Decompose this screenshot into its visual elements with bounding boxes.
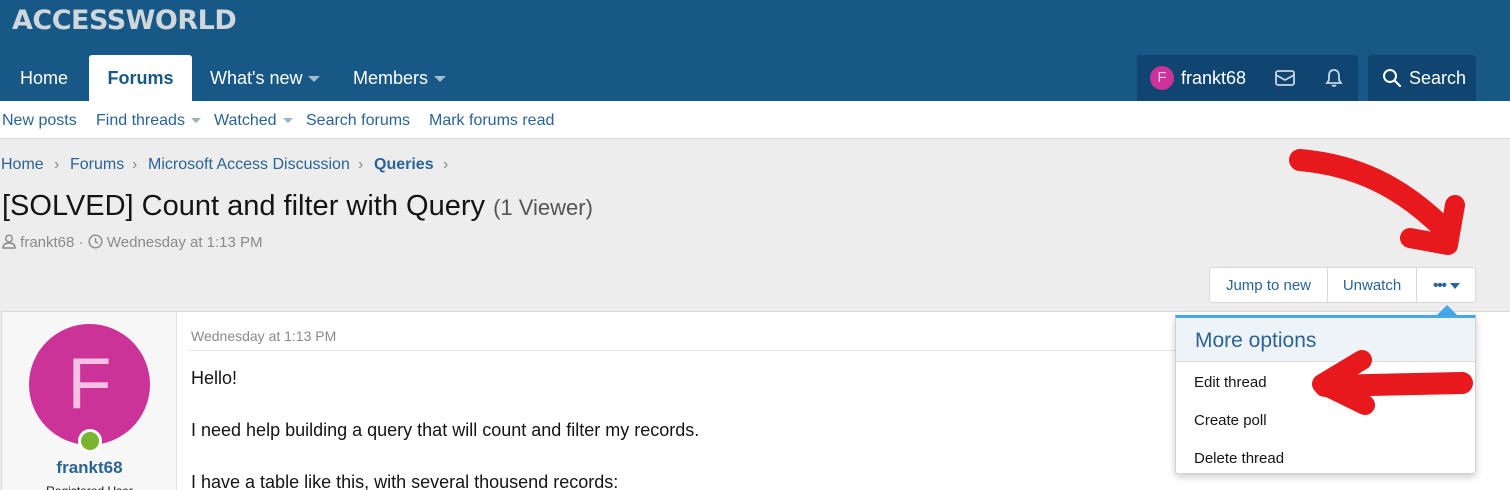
subnav-watched-label: Watched [214,112,277,129]
search-icon [1383,69,1402,88]
ellipsis-icon: ••• [1433,277,1447,294]
site-logo[interactable]: ACCESSWORLD [12,5,237,36]
sub-navigation: New posts Find threads Watched Search fo… [0,101,1510,139]
post-text-line: I have a table like this, with several t… [191,472,619,490]
annotation-arrow-head [1400,195,1465,255]
divider [189,350,1189,351]
chevron-right-icon: › [54,156,60,173]
breadcrumb-queries[interactable]: Queries [374,155,434,175]
thread-action-buttons: Jump to new Unwatch ••• [1209,267,1476,303]
breadcrumb-forums[interactable]: Forums [70,155,124,175]
search-label: Search [1409,68,1467,88]
nav-tab-members-label: Members [353,68,429,88]
online-status-dot [81,432,99,450]
thread-author[interactable]: frankt68 [20,234,74,251]
post-username[interactable]: frankt68 [2,458,177,478]
thread-title: [SOLVED] Count and filter with Query [2,190,486,222]
thread-date[interactable]: Wednesday at 1:13 PM [107,234,263,251]
menu-item-create-poll[interactable]: Create poll [1194,411,1267,431]
nav-tab-home[interactable]: Home [20,55,68,101]
chevron-right-icon: › [132,156,138,173]
subnav-search-forums[interactable]: Search forums [306,101,410,141]
clock-icon [88,234,103,249]
more-options-menu: More options Edit thread Create poll Del… [1175,315,1476,474]
menu-item-edit-thread[interactable]: Edit thread [1194,373,1267,393]
page-title: [SOLVED] Count and filter with Query (1 … [2,187,593,227]
post-text-line: I need help building a query that will c… [191,420,700,440]
chevron-down-icon[interactable] [434,76,447,83]
breadcrumb-microsoft-access-discussion[interactable]: Microsoft Access Discussion [148,155,350,175]
chevron-down-icon [1449,283,1460,290]
post-text-line: Hello! [191,368,238,388]
chevron-down-icon[interactable] [190,118,201,124]
chevron-right-icon: › [358,156,364,173]
subnav-watched[interactable]: Watched [214,101,293,141]
post-user-panel: F frankt68 Registered User [2,312,177,490]
thread-meta: frankt68 · Wednesday at 1:13 PM [2,233,263,253]
unwatch-button[interactable]: Unwatch [1328,268,1417,302]
nav-tab-whats-new-label: What's new [210,68,303,88]
nav-tab-members[interactable]: Members [353,55,447,101]
nav-tab-whats-new[interactable]: What's new [210,55,321,101]
nav-tab-forums[interactable]: Forums [89,55,192,101]
menu-header: More options [1176,318,1475,362]
menu-item-delete-thread[interactable]: Delete thread [1194,449,1284,469]
chevron-right-icon: › [443,156,449,173]
breadcrumb-home[interactable]: Home [1,155,44,175]
subnav-mark-forums-read[interactable]: Mark forums read [429,101,554,141]
chevron-down-icon[interactable] [282,118,293,124]
meta-separator: · [78,234,84,251]
menu-title: More options [1195,329,1317,352]
subnav-find-threads-label: Find threads [96,112,185,129]
chevron-down-icon[interactable] [308,76,321,83]
site-header: ACCESSWORLD Home Forums What's new Membe… [0,0,1510,101]
bell-icon[interactable] [1325,68,1343,88]
online-status-icon [78,429,102,453]
avatar[interactable]: F [29,324,150,445]
account-username[interactable]: frankt68 [1181,55,1246,101]
dropdown-arrow [1437,305,1457,315]
annotation-arrow-curve [1289,149,1456,241]
subnav-find-threads[interactable]: Find threads [96,101,201,141]
post-date[interactable]: Wednesday at 1:13 PM [191,328,336,344]
account-area: F frankt68 [1137,55,1358,101]
more-options-button[interactable]: ••• [1417,268,1476,302]
jump-to-new-button[interactable]: Jump to new [1210,268,1328,302]
user-icon [2,234,16,249]
avatar[interactable]: F [1150,66,1174,90]
user-role: Registered User [2,484,177,490]
viewer-count[interactable]: (1 Viewer) [493,195,593,220]
inbox-icon[interactable] [1275,70,1295,86]
search-button[interactable]: Search [1368,55,1476,101]
subnav-new-posts[interactable]: New posts [2,101,77,141]
